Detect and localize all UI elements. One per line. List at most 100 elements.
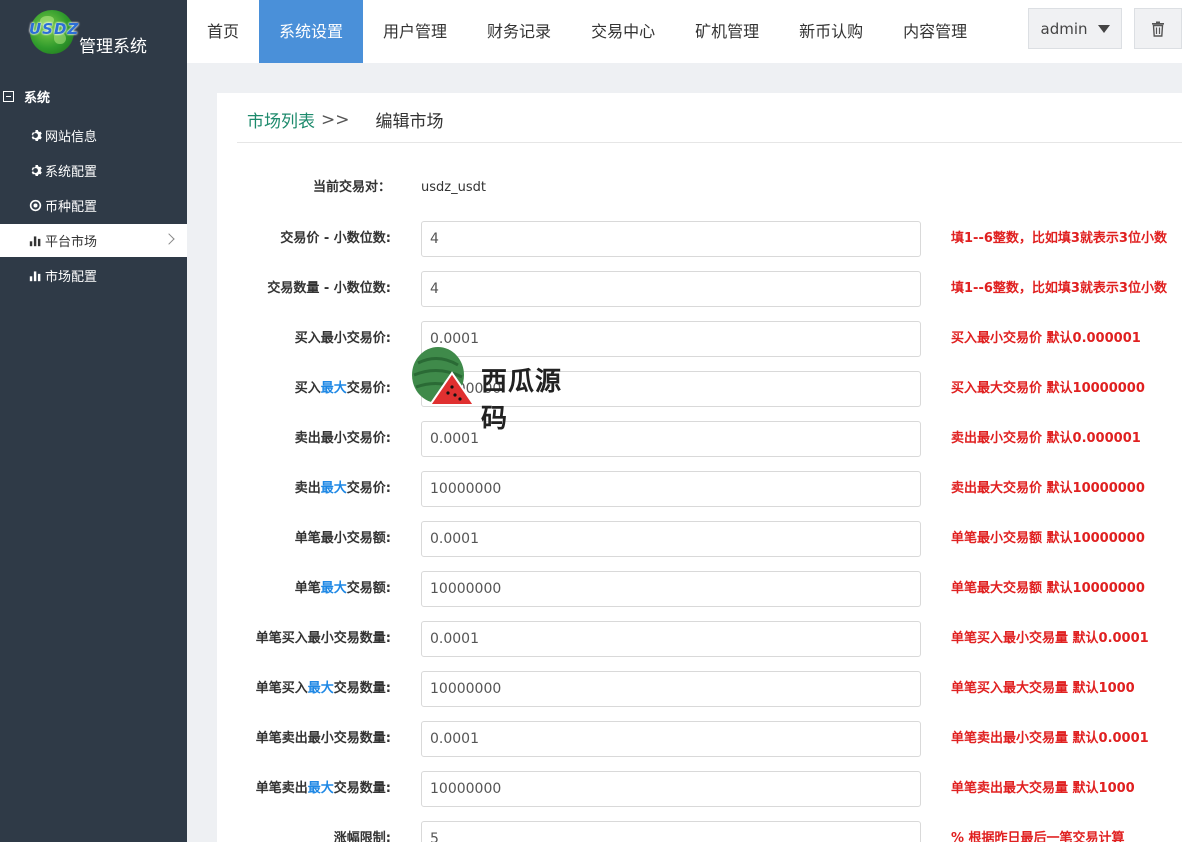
field-input[interactable] bbox=[421, 371, 921, 407]
field-label-hl: 最大 bbox=[320, 381, 347, 396]
field-label-post: 交易价: bbox=[346, 481, 391, 496]
form-row: 交易数量 - 小数位数: 填1--6整数，比如填3就表示3位小数 bbox=[217, 271, 1182, 307]
nav-item-1[interactable]: 系统设置 bbox=[259, 0, 364, 63]
nav-item-3[interactable]: 财务记录 bbox=[467, 0, 571, 63]
collapse-icon bbox=[3, 90, 14, 102]
field-input[interactable] bbox=[421, 671, 921, 707]
form-row: 单笔买入最小交易数量: 单笔买入最小交易量 默认0.0001 bbox=[217, 621, 1182, 657]
field-label-hl: 最大 bbox=[320, 581, 347, 596]
field-label-hl: 最大 bbox=[320, 481, 347, 496]
field-input[interactable] bbox=[421, 321, 921, 357]
field-label-pre: 交易数量 - 小数位数: bbox=[267, 281, 391, 296]
logo[interactable]: USDZ 管理系统 bbox=[0, 0, 187, 63]
form-row: 买入最小交易价: 买入最小交易价 默认0.000001 bbox=[217, 321, 1182, 357]
nav-item-7[interactable]: 内容管理 bbox=[883, 0, 987, 63]
field-label-post: 交易额: bbox=[346, 581, 391, 596]
nav-item-0[interactable]: 首页 bbox=[187, 0, 259, 63]
sidebar-item-3[interactable]: 平台市场 bbox=[0, 224, 187, 257]
field-hint: 单笔最大交易额 默认10000000 bbox=[951, 581, 1145, 596]
sidebar-item-label: 平台市场 bbox=[45, 235, 98, 250]
field-hint: 卖出最小交易价 默认0.000001 bbox=[951, 431, 1141, 446]
sidebar-group-system[interactable]: 系统 bbox=[0, 85, 187, 107]
field-input[interactable] bbox=[421, 271, 921, 307]
top-bar: USDZ 管理系统 首页 系统设置 用户管理 财务记录 交易中心 矿机管理 新币认购 内容管理… bbox=[0, 0, 1182, 63]
sidebar-item-2[interactable]: 币种配置 bbox=[0, 189, 187, 222]
sidebar-item-0[interactable]: 网站信息 bbox=[0, 119, 187, 152]
form-row: 买入最大交易价: 买入最大交易价 默认10000000 bbox=[217, 371, 1182, 407]
field-label: 单笔最小交易额: bbox=[295, 521, 391, 557]
field-label-post: 交易数量: bbox=[333, 781, 391, 796]
sidebar-item-label: 系统配置 bbox=[45, 165, 98, 180]
field-input[interactable] bbox=[421, 221, 921, 257]
gear-icon bbox=[28, 129, 42, 143]
field-label-pre: 单笔买入 bbox=[255, 681, 308, 696]
form-row: 单笔卖出最小交易数量: 单笔卖出最小交易量 默认0.0001 bbox=[217, 721, 1182, 757]
field-label-pre: 涨幅限制: bbox=[333, 831, 391, 842]
field-label-pre: 单笔卖出 bbox=[255, 781, 308, 796]
field-label-pre: 交易价 - 小数位数: bbox=[280, 231, 391, 246]
field-label: 单笔卖出最大交易数量: bbox=[256, 771, 391, 807]
form-row: 单笔买入最大交易数量: 单笔买入最大交易量 默认1000 bbox=[217, 671, 1182, 707]
bar-chart-icon bbox=[28, 269, 42, 283]
username: admin bbox=[1040, 19, 1088, 38]
caret-down-icon bbox=[1097, 24, 1110, 33]
field-input[interactable] bbox=[421, 771, 921, 807]
field-input[interactable] bbox=[421, 571, 921, 607]
field-input[interactable] bbox=[421, 421, 921, 457]
field-label-pre: 单笔 bbox=[294, 581, 321, 596]
field-input[interactable] bbox=[421, 621, 921, 657]
form-row: 卖出最小交易价: 卖出最小交易价 默认0.000001 bbox=[217, 421, 1182, 457]
field-label-pre: 卖出最小交易价: bbox=[294, 431, 391, 446]
logo-text: USDZ bbox=[29, 20, 80, 38]
field-label-pre: 单笔最小交易额: bbox=[294, 531, 391, 546]
field-hint: 填1--6整数，比如填3就表示3位小数 bbox=[951, 281, 1167, 296]
sidebar-item-label: 网站信息 bbox=[45, 130, 98, 145]
field-label-post: 交易价: bbox=[346, 381, 391, 396]
field-label: 交易价 - 小数位数: bbox=[280, 221, 391, 257]
breadcrumb: 市场列表 >> 编辑市场 bbox=[247, 107, 444, 133]
sidebar-item-4[interactable]: 市场配置 bbox=[0, 259, 187, 292]
bar-chart-icon bbox=[28, 234, 42, 248]
field-label-pre: 单笔买入最小交易数量: bbox=[255, 631, 391, 646]
field-label-post: 交易数量: bbox=[333, 681, 391, 696]
field-input[interactable] bbox=[421, 521, 921, 557]
field-hint: 买入最小交易价 默认0.000001 bbox=[951, 331, 1141, 346]
field-label: 卖出最小交易价: bbox=[295, 421, 391, 457]
sidebar-item-1[interactable]: 系统配置 bbox=[0, 154, 187, 187]
nav-item-4[interactable]: 交易中心 bbox=[571, 0, 675, 63]
sidebar: 系统 网站信息系统配置币种配置平台市场市场配置 bbox=[0, 63, 187, 842]
field-hint: 填1--6整数，比如填3就表示3位小数 bbox=[951, 231, 1167, 246]
pair-value: usdz_usdt bbox=[421, 180, 486, 195]
form-row: 单笔最小交易额: 单笔最小交易额 默认10000000 bbox=[217, 521, 1182, 557]
nav-item-5[interactable]: 矿机管理 bbox=[675, 0, 779, 63]
field-input[interactable] bbox=[421, 821, 921, 842]
field-label-hl: 最大 bbox=[307, 681, 334, 696]
field-label: 单笔买入最大交易数量: bbox=[256, 671, 391, 707]
clear-cache-button[interactable] bbox=[1134, 8, 1182, 49]
field-hint: 卖出最大交易价 默认10000000 bbox=[951, 481, 1145, 496]
sidebar-group-label: 系统 bbox=[24, 90, 51, 106]
main-panel: 市场列表 >> 编辑市场 当前交易对： usdz_usdt 交易价 - 小数位数… bbox=[217, 93, 1182, 842]
field-label-pre: 买入 bbox=[294, 381, 321, 396]
nav-item-6[interactable]: 新币认购 bbox=[779, 0, 883, 63]
nav-item-2[interactable]: 用户管理 bbox=[363, 0, 467, 63]
field-input[interactable] bbox=[421, 721, 921, 757]
field-hint: 单笔最小交易额 默认10000000 bbox=[951, 531, 1145, 546]
page-title: 编辑市场 bbox=[375, 112, 444, 132]
gear-icon bbox=[28, 164, 42, 178]
field-hint: 单笔买入最大交易量 默认1000 bbox=[951, 681, 1135, 696]
pair-row: 当前交易对： usdz_usdt bbox=[217, 170, 1182, 206]
field-label: 单笔最大交易额: bbox=[295, 571, 391, 607]
user-menu-button[interactable]: admin bbox=[1028, 8, 1122, 49]
app-title: 管理系统 bbox=[79, 37, 147, 57]
field-hint: 单笔卖出最小交易量 默认0.0001 bbox=[951, 731, 1149, 746]
breadcrumb-market-list-link[interactable]: 市场列表 bbox=[247, 107, 315, 132]
trash-icon bbox=[1152, 21, 1164, 37]
field-hint: 单笔卖出最大交易量 默认1000 bbox=[951, 781, 1135, 796]
field-input[interactable] bbox=[421, 471, 921, 507]
field-label: 涨幅限制: bbox=[334, 821, 391, 842]
field-label: 卖出最大交易价: bbox=[295, 471, 391, 507]
field-label-pre: 卖出 bbox=[294, 481, 321, 496]
form-row: 卖出最大交易价: 卖出最大交易价 默认10000000 bbox=[217, 471, 1182, 507]
field-label-pre: 买入最小交易价: bbox=[294, 331, 391, 346]
